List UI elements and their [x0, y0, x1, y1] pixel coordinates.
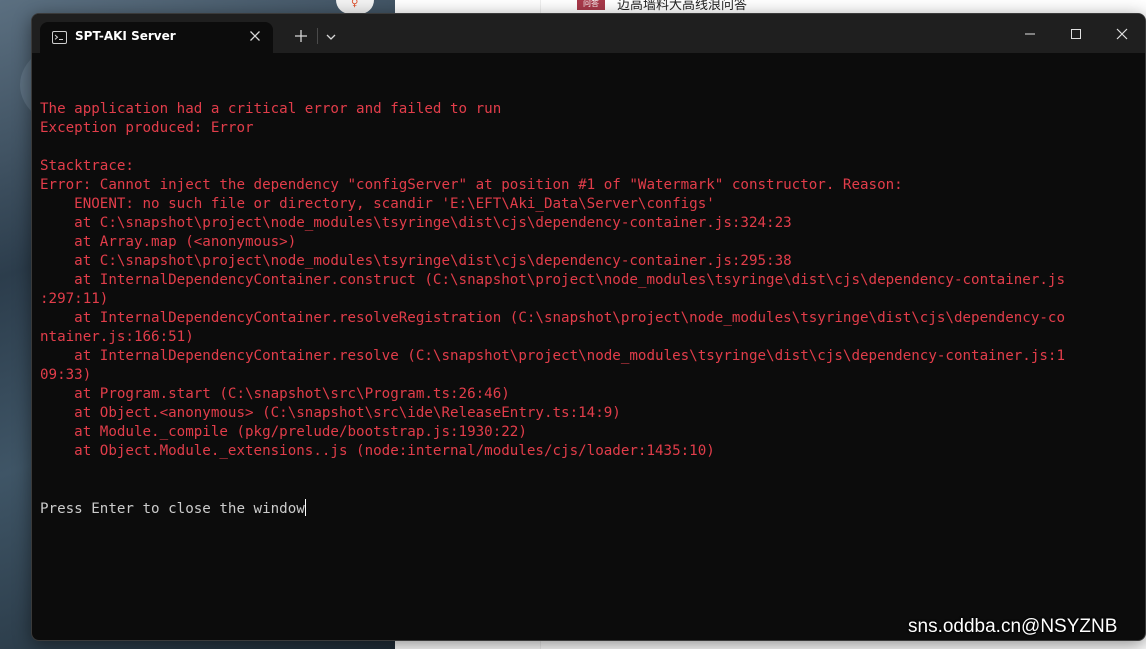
prompt-line: Press Enter to close the window — [40, 499, 1134, 519]
terminal-line: at InternalDependencyContainer.resolveRe… — [40, 310, 1065, 326]
background-page-title: 迈高墙料大高线浪问答 — [617, 0, 748, 13]
terminal-line: 09:33) — [40, 367, 92, 383]
avatar-glyph: ♀ — [351, 0, 359, 9]
text-cursor — [304, 499, 306, 516]
background-thumbnail: 问答 — [577, 0, 605, 10]
plus-icon[interactable] — [293, 28, 309, 44]
terminal-line: Exception produced: Error — [40, 120, 254, 136]
terminal-line: at C:\snapshot\project\node_modules\tsyr… — [40, 253, 792, 269]
terminal-line: The application had a critical error and… — [40, 101, 502, 117]
watermark: sns.oddba.cn@NSYZNB — [908, 616, 1118, 637]
terminal-line: at Program.start (C:\snapshot\src\Progra… — [40, 386, 510, 402]
chevron-down-icon[interactable] — [324, 29, 338, 43]
close-tab-icon[interactable] — [247, 28, 263, 44]
tab-title: SPT-AKI Server — [75, 29, 176, 43]
terminal-icon — [52, 31, 67, 44]
tab-separator — [317, 28, 318, 44]
terminal-line: ntainer.js:166:51) — [40, 329, 194, 345]
terminal-line: at InternalDependencyContainer.construct… — [40, 272, 1065, 288]
tab-spt-aki-server[interactable]: SPT-AKI Server — [40, 22, 273, 53]
avatar: ♀ — [336, 0, 374, 14]
terminal-line: at Object.<anonymous> (C:\snapshot\src\i… — [40, 405, 621, 421]
maximize-icon[interactable] — [1066, 24, 1086, 44]
terminal-line: at Module._compile (pkg/prelude/bootstra… — [40, 424, 527, 440]
terminal-line: at Array.map (<anonymous>) — [40, 234, 297, 250]
prompt-text: Press Enter to close the window — [40, 501, 305, 517]
terminal-line: at Object.Module._extensions..js (node:i… — [40, 443, 715, 459]
title-bar[interactable]: SPT-AKI Server — [32, 14, 1145, 53]
terminal-line: at C:\snapshot\project\node_modules\tsyr… — [40, 215, 792, 231]
terminal-line: Error: Cannot inject the dependency "con… — [40, 177, 903, 193]
minimize-icon[interactable] — [1020, 24, 1040, 44]
terminal-window: SPT-AKI Server The application had a cri… — [31, 13, 1146, 641]
terminal-line: Stacktrace: — [40, 158, 134, 174]
terminal-output[interactable]: The application had a critical error and… — [40, 62, 1134, 622]
terminal-line: ENOENT: no such file or directory, scand… — [40, 196, 715, 212]
error-output: The application had a critical error and… — [40, 100, 1134, 461]
terminal-line: at InternalDependencyContainer.resolve (… — [40, 348, 1065, 364]
close-icon[interactable] — [1112, 24, 1132, 44]
terminal-line: :297:11) — [40, 291, 109, 307]
